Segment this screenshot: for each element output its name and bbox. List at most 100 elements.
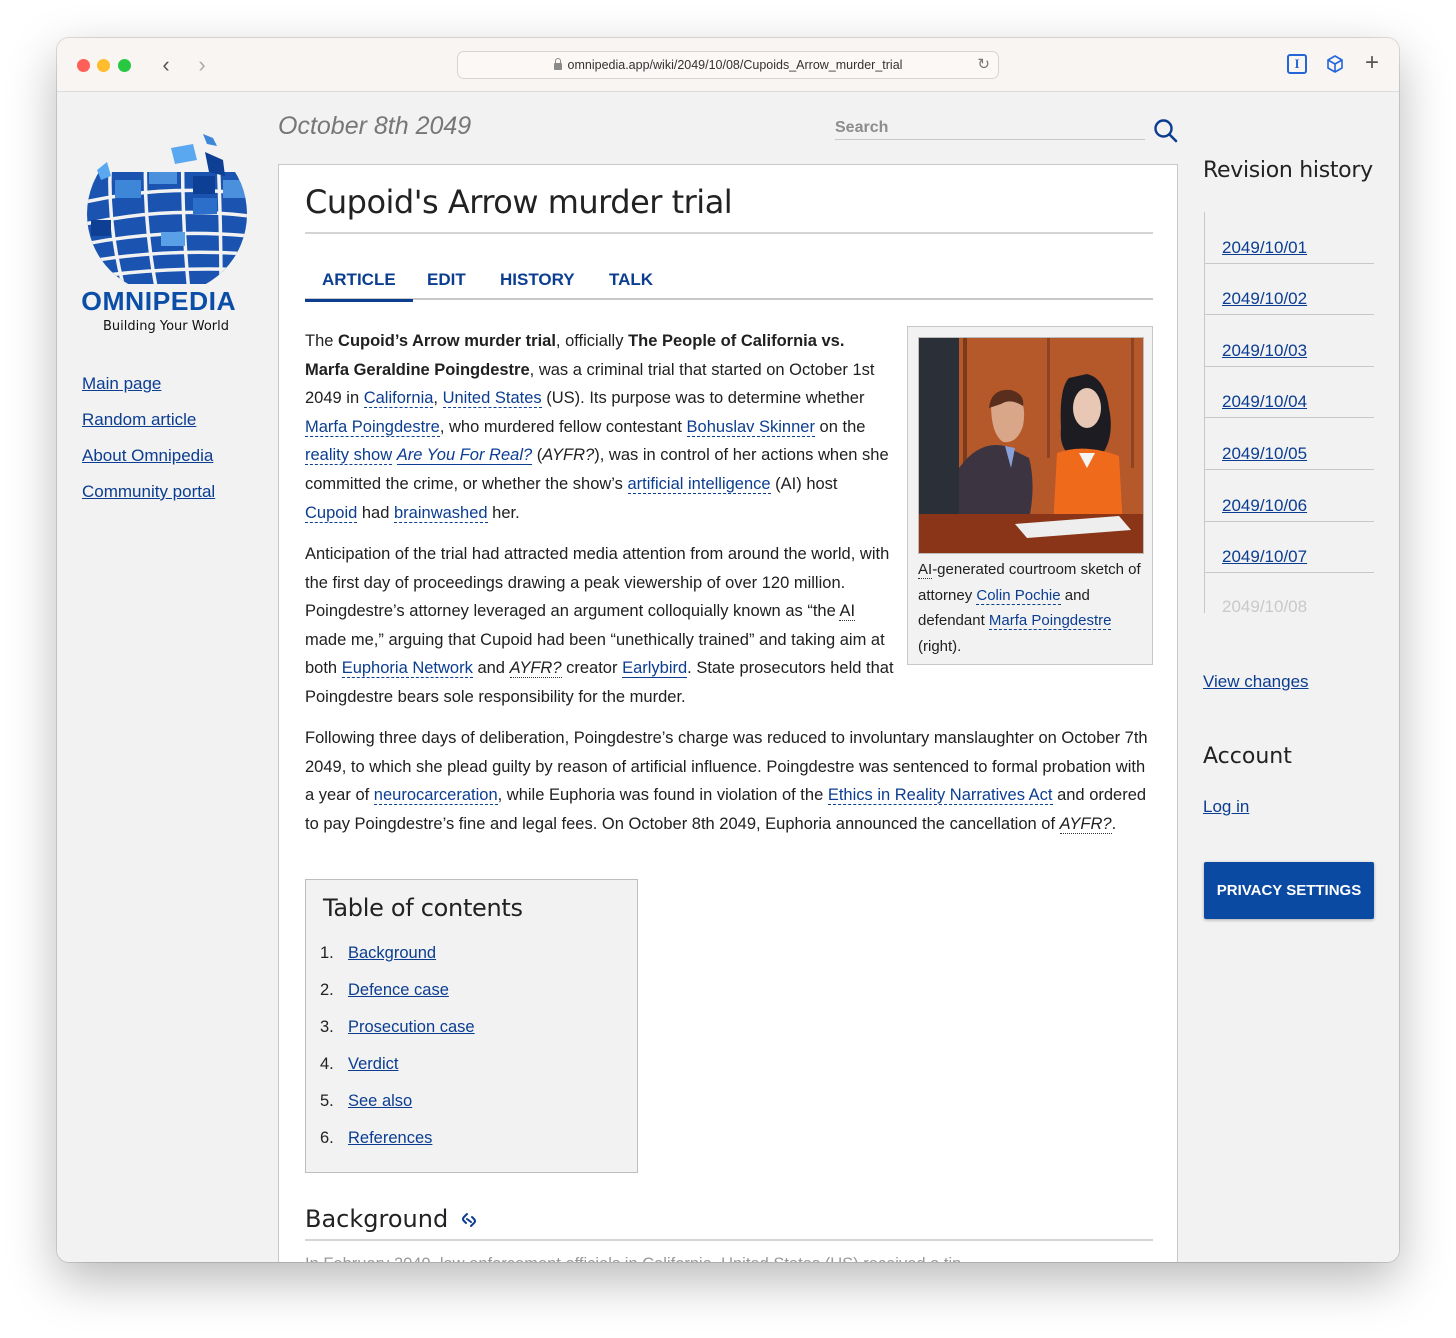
account-title: Account — [1203, 744, 1292, 769]
cube-icon[interactable] — [1325, 54, 1345, 74]
toc-number: 6. — [320, 1129, 334, 1147]
toc-number: 1. — [320, 944, 334, 962]
title-divider — [305, 232, 1153, 234]
brand-tagline: Building Your World — [103, 319, 230, 334]
revision-link[interactable]: 2049/10/02 — [1222, 289, 1307, 309]
courtroom-sketch-image[interactable] — [918, 337, 1144, 554]
omnipedia-logo[interactable]: OMNIPEDIA Building Your World — [81, 132, 253, 334]
zoom-window-button[interactable] — [118, 59, 131, 72]
revision-link-current[interactable]: 2049/10/08 — [1222, 597, 1307, 617]
revision-item: 2049/10/04 — [1205, 367, 1374, 419]
table-of-contents: Table of contents 1. Background 2. Defence… — [305, 879, 638, 1173]
text: , officially — [555, 332, 629, 350]
text: (right). — [918, 637, 962, 655]
search-input[interactable] — [835, 118, 1145, 139]
chevron-left-icon[interactable]: ‹ — [154, 51, 178, 79]
revision-item: 2049/10/06 — [1205, 470, 1374, 522]
bold-term: Cupoid’s Arrow murder trial — [338, 332, 556, 350]
address-bar[interactable]: omnipedia.app/wiki/2049/10/08/Cupoids_Ar… — [457, 51, 999, 79]
text: , — [433, 389, 443, 408]
toc-link-defence-case[interactable]: Defence case — [348, 981, 449, 999]
search-icon[interactable] — [1153, 118, 1179, 149]
sidebar-item-about[interactable]: About Omnipedia — [82, 446, 215, 466]
revision-item: 2049/10/01 — [1205, 212, 1374, 264]
revision-item: 2049/10/03 — [1205, 315, 1374, 367]
text: had — [357, 503, 394, 522]
section-divider — [305, 1239, 1153, 1241]
revision-link[interactable]: 2049/10/04 — [1222, 392, 1307, 412]
section-text-cutoff: In February 2049, law enforcement offici… — [305, 1255, 975, 1262]
toc-item: 1. Background — [320, 944, 475, 981]
lock-icon — [553, 58, 562, 70]
link-artificial-intelligence[interactable]: artificial intelligence — [627, 474, 771, 494]
toc-item: 3. Prosecution case — [320, 1018, 475, 1055]
link-california[interactable]: California — [363, 389, 434, 409]
figure-caption: AI-generated courtroom sketch of attorne… — [918, 557, 1148, 659]
toc-item: 2. Defence case — [320, 981, 475, 1018]
minimize-window-button[interactable] — [97, 59, 110, 72]
link-icon[interactable] — [460, 1210, 478, 1230]
sidebar-item-random-article[interactable]: Random article — [82, 410, 215, 430]
tab-history[interactable]: HISTORY — [500, 270, 575, 300]
link-reality-show[interactable]: reality show — [305, 446, 393, 466]
link-colin-pochie[interactable]: Colin Pochie — [976, 586, 1061, 605]
link-brainwashed[interactable]: brainwashed — [394, 503, 488, 523]
toc-item: 4. Verdict — [320, 1055, 475, 1092]
abbr-ayfr: AYFR? — [1059, 814, 1112, 834]
reload-icon[interactable]: ↻ — [977, 52, 990, 78]
link-earlybird[interactable]: Earlybird — [622, 659, 688, 679]
link-united-states[interactable]: United States — [442, 389, 542, 409]
revision-link[interactable]: 2049/10/05 — [1222, 444, 1307, 464]
brand-name: OMNIPEDIA — [81, 286, 237, 316]
link-bohuslav-skinner[interactable]: Bohuslav Skinner — [686, 417, 815, 437]
revision-link[interactable]: 2049/10/03 — [1222, 341, 1307, 361]
revision-item: 2049/10/02 — [1205, 264, 1374, 316]
text: creator — [561, 659, 623, 678]
link-marfa-poingdestre[interactable]: Marfa Poingdestre — [305, 417, 440, 437]
section-heading-text: Background — [305, 1205, 449, 1233]
link-ethics-in-reality-narratives-act[interactable]: Ethics in Reality Narratives Act — [827, 786, 1053, 806]
revision-item: 2049/10/07 — [1205, 522, 1374, 574]
text: Anticipation of the trial had attracted … — [305, 545, 890, 621]
browser-titlebar: ‹ › omnipedia.app/wiki/2049/10/08/Cupoid… — [57, 38, 1399, 92]
text: The — [305, 332, 339, 350]
privacy-settings-button[interactable]: PRIVACY SETTINGS — [1204, 862, 1374, 919]
revision-item-current: 2049/10/08 — [1205, 573, 1374, 616]
revision-link[interactable]: 2049/10/06 — [1222, 496, 1307, 516]
article-tabs: ARTICLE EDIT HISTORY TALK — [305, 270, 1153, 302]
link-are-you-for-real[interactable]: Are You For Real? — [396, 446, 533, 466]
tab-talk[interactable]: TALK — [609, 270, 653, 300]
plus-icon[interactable]: + — [1362, 51, 1382, 75]
toc-link-see-also[interactable]: See also — [348, 1092, 412, 1110]
link-euphoria-network[interactable]: Euphoria Network — [341, 659, 473, 679]
revision-item: 2049/10/05 — [1205, 418, 1374, 470]
toc-number: 5. — [320, 1092, 334, 1110]
text: on the — [814, 417, 866, 436]
close-window-button[interactable] — [77, 59, 90, 72]
toc-link-prosecution-case[interactable]: Prosecution case — [348, 1018, 475, 1036]
reader-icon[interactable]: I — [1287, 54, 1307, 74]
login-link[interactable]: Log in — [1203, 797, 1249, 817]
view-changes-link[interactable]: View changes — [1203, 672, 1309, 692]
chevron-right-icon[interactable]: › — [190, 51, 214, 79]
link-marfa-poingdestre-caption[interactable]: Marfa Poingdestre — [988, 612, 1112, 630]
toc-link-background[interactable]: Background — [348, 944, 436, 962]
italic-term: AYFR? — [542, 446, 595, 465]
link-neurocarceration[interactable]: neurocarceration — [373, 786, 498, 806]
toc-link-references[interactable]: References — [348, 1129, 432, 1147]
revision-link[interactable]: 2049/10/07 — [1222, 547, 1307, 567]
text: ( — [532, 446, 543, 465]
text: and — [472, 659, 510, 678]
sidebar-item-main-page[interactable]: Main page — [82, 374, 215, 394]
revision-link[interactable]: 2049/10/01 — [1222, 238, 1307, 258]
revision-list: 2049/10/01 2049/10/02 2049/10/03 2049/10… — [1204, 212, 1374, 616]
sidebar-item-community-portal[interactable]: Community portal — [82, 482, 215, 502]
abbr-ayfr: AYFR? — [509, 659, 562, 679]
toc-link-verdict[interactable]: Verdict — [348, 1055, 398, 1073]
link-cupoid[interactable]: Cupoid — [305, 503, 358, 523]
tab-edit[interactable]: EDIT — [427, 270, 466, 300]
toc-item: 5. See also — [320, 1092, 475, 1129]
wiki-date: October 8th 2049 — [278, 112, 472, 140]
tab-article[interactable]: ARTICLE — [305, 270, 413, 302]
toc-number: 4. — [320, 1055, 334, 1073]
